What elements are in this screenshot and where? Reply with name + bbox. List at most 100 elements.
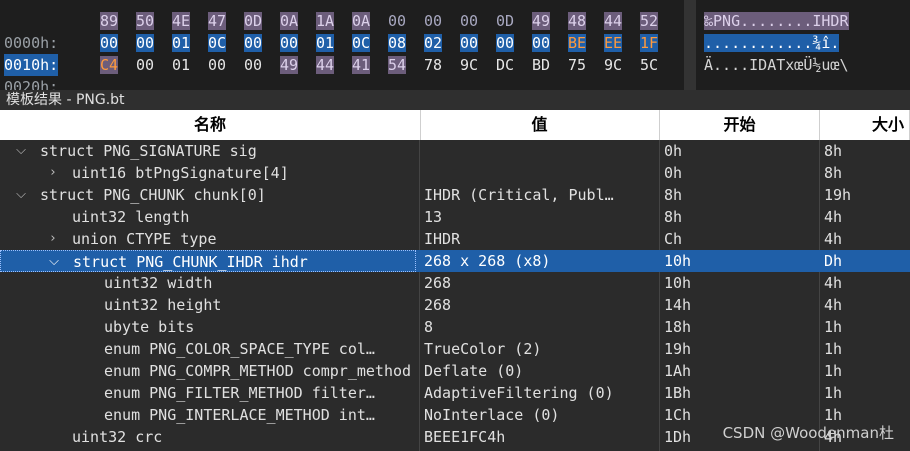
tree-row[interactable]: enum PNG_FILTER_METHOD filter… AdaptiveF… xyxy=(0,382,910,404)
field-start: 10h xyxy=(664,274,692,292)
hex-byte[interactable]: 0C xyxy=(208,34,227,52)
tree-row[interactable]: ubyte bits 8 18h 1h xyxy=(0,316,910,338)
hex-byte[interactable]: 48 xyxy=(568,12,587,30)
hex-byte[interactable]: 00 xyxy=(460,12,478,30)
chevron-down-icon[interactable]: ⌵ xyxy=(47,251,61,271)
hex-byte[interactable]: 00 xyxy=(388,12,406,30)
field-name: uint32 crc xyxy=(72,428,163,446)
field-name: struct PNG_CHUNK chunk[0] xyxy=(40,186,266,204)
hex-byte[interactable]: DC xyxy=(496,56,514,74)
field-name: struct PNG_CHUNK_IHDR ihdr xyxy=(73,253,308,271)
template-results-tree[interactable]: ⌵ struct PNG_SIGNATURE sig 0h 8h › uint16 … xyxy=(0,140,910,451)
hex-ascii-text[interactable]: Ä....IDATxœÜ½uœ\ xyxy=(704,56,849,74)
hex-byte[interactable]: 49 xyxy=(532,12,551,30)
hex-row-selected: 0010h: 00 00 01 0C 00 00 01 0C 08 02 00 … xyxy=(0,32,910,76)
hex-byte[interactable]: 01 xyxy=(172,34,191,52)
hex-byte[interactable]: 50 xyxy=(136,12,155,30)
hex-byte[interactable]: 02 xyxy=(424,34,443,52)
hex-byte[interactable]: 1F xyxy=(640,34,659,52)
field-value: 268 x 268 (x8) xyxy=(424,252,551,270)
field-size: 1h xyxy=(824,384,843,402)
field-name: struct PNG_SIGNATURE sig xyxy=(40,142,257,160)
hex-byte[interactable]: EE xyxy=(604,34,623,52)
tree-row[interactable]: ⌵ struct PNG_CHUNK chunk[0] IHDR (Critica… xyxy=(0,184,910,206)
hex-byte[interactable]: 9C xyxy=(460,56,478,74)
hex-byte[interactable]: 00 xyxy=(244,56,262,74)
column-header-name[interactable]: 名称 xyxy=(0,110,421,140)
hex-byte[interactable]: 00 xyxy=(496,34,515,52)
hex-byte[interactable]: 78 xyxy=(424,56,442,74)
field-start: Ch xyxy=(664,230,683,248)
hex-byte[interactable]: 4E xyxy=(172,12,191,30)
hex-byte[interactable]: 00 xyxy=(244,34,263,52)
chevron-right-icon[interactable]: › xyxy=(46,162,60,184)
field-value: 268 xyxy=(424,296,452,314)
column-header-size[interactable]: 大小 xyxy=(820,110,910,140)
hex-editor-view[interactable]: 0000h: 89 50 4E 47 0D 0A 1A 0A 00 00 00 … xyxy=(0,0,910,90)
hex-byte[interactable]: 00 xyxy=(208,56,226,74)
chevron-down-icon[interactable]: ⌵ xyxy=(14,140,28,162)
chevron-down-icon[interactable]: ⌵ xyxy=(14,184,28,206)
hex-byte[interactable]: 00 xyxy=(424,12,442,30)
hex-byte[interactable]: BE xyxy=(568,34,587,52)
hex-byte[interactable]: 0D xyxy=(244,12,263,30)
hex-byte[interactable]: 44 xyxy=(316,56,335,74)
field-value: IHDR xyxy=(424,230,461,248)
hex-ascii-text[interactable]: ‰PNG........IHDR xyxy=(704,12,849,30)
field-start: 8h xyxy=(664,208,683,226)
tree-row[interactable]: › union CTYPE type IHDR Ch 4h xyxy=(0,228,910,250)
field-name: union CTYPE type xyxy=(72,230,217,248)
field-size: 1h xyxy=(824,340,843,358)
tree-row[interactable]: uint32 width 268 10h 4h xyxy=(0,272,910,294)
field-name: uint32 height xyxy=(104,296,222,314)
hex-byte[interactable]: 49 xyxy=(280,56,299,74)
hex-byte[interactable]: 5C xyxy=(640,56,658,74)
hex-byte[interactable]: 00 xyxy=(136,34,155,52)
hex-byte[interactable]: 00 xyxy=(460,34,479,52)
hex-byte[interactable]: 47 xyxy=(208,12,227,30)
tree-row[interactable]: ⌵ struct PNG_SIGNATURE sig 0h 8h xyxy=(0,140,910,162)
hex-byte[interactable]: 52 xyxy=(640,12,659,30)
tree-row-selected[interactable]: ⌵ struct PNG_CHUNK_IHDR ihdr 268 x 268 (x… xyxy=(0,250,910,272)
field-value: TrueColor (2) xyxy=(424,340,542,358)
hex-byte[interactable]: 00 xyxy=(136,56,154,74)
hex-byte[interactable]: 89 xyxy=(100,12,119,30)
hex-byte[interactable]: 00 xyxy=(100,34,119,52)
hex-byte[interactable]: 01 xyxy=(316,34,335,52)
hex-byte[interactable]: 1A xyxy=(316,12,335,30)
hex-byte[interactable]: 9C xyxy=(604,56,622,74)
hex-byte[interactable]: 0C xyxy=(352,34,371,52)
field-size: 1h xyxy=(824,362,843,380)
field-name: uint16 btPngSignature[4] xyxy=(72,164,289,182)
field-name: uint32 length xyxy=(72,208,190,226)
tree-row[interactable]: › uint16 btPngSignature[4] 0h 8h xyxy=(0,162,910,184)
field-size: 4h xyxy=(824,274,843,292)
hex-byte[interactable]: 75 xyxy=(568,56,586,74)
hex-byte[interactable]: 44 xyxy=(604,12,623,30)
hex-byte[interactable]: 54 xyxy=(388,56,407,74)
hex-row: 0020h: C4 00 01 00 00 49 44 41 54 78 9C … xyxy=(0,54,910,90)
hex-byte[interactable]: 41 xyxy=(352,56,371,74)
column-header-start[interactable]: 开始 xyxy=(660,110,820,140)
column-header-value[interactable]: 值 xyxy=(420,110,660,140)
field-size: 4h xyxy=(824,208,843,226)
hex-byte[interactable]: 0D xyxy=(496,12,514,30)
tree-row[interactable]: enum PNG_COMPR_METHOD compr_method Defla… xyxy=(0,360,910,382)
field-size: 1h xyxy=(824,318,843,336)
hex-byte[interactable]: 08 xyxy=(388,34,407,52)
field-start: 19h xyxy=(664,340,692,358)
tree-row[interactable]: uint32 length 13 8h 4h xyxy=(0,206,910,228)
tree-row[interactable]: enum PNG_COLOR_SPACE_TYPE col… TrueColor… xyxy=(0,338,910,360)
hex-byte[interactable]: BD xyxy=(532,56,550,74)
tree-row[interactable]: uint32 height 268 14h 4h xyxy=(0,294,910,316)
field-value: 13 xyxy=(424,208,443,226)
hex-ascii-text[interactable]: ............¾î. xyxy=(704,34,840,52)
hex-byte[interactable]: 00 xyxy=(532,34,551,52)
hex-byte[interactable]: C4 xyxy=(100,56,119,74)
field-size: 4h xyxy=(824,230,843,248)
hex-byte[interactable]: 01 xyxy=(172,56,190,74)
hex-byte[interactable]: 00 xyxy=(280,34,299,52)
chevron-right-icon[interactable]: › xyxy=(46,228,60,250)
hex-byte[interactable]: 0A xyxy=(280,12,299,30)
hex-byte[interactable]: 0A xyxy=(352,12,371,30)
